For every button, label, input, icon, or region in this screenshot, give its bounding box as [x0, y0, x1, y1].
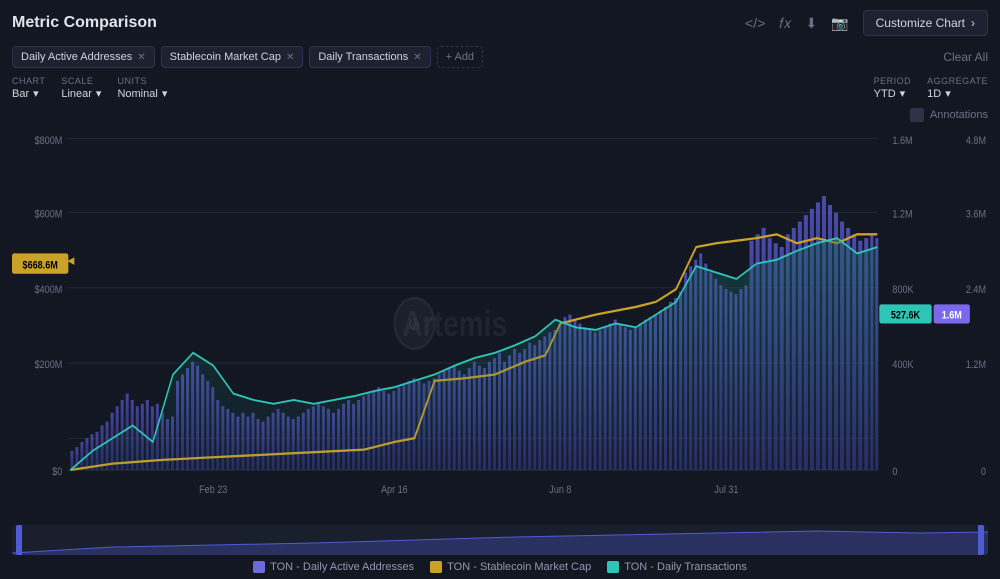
chart-svg: $800M $600M $400M $200M $0 1.6M 1.2M 800…	[12, 126, 988, 521]
svg-text:⊕: ⊕	[409, 314, 421, 334]
svg-text:Jun 8: Jun 8	[549, 484, 571, 496]
legend-item-addresses: TON - Daily Active Addresses	[253, 561, 414, 573]
download-icon[interactable]: ⬇	[805, 15, 817, 32]
camera-icon[interactable]: 📷	[831, 15, 848, 32]
tags-container: Daily Active Addresses ✕ Stablecoin Mark…	[12, 46, 483, 68]
legend-dot-transactions	[607, 561, 619, 573]
svg-text:3.6M: 3.6M	[966, 209, 986, 221]
svg-text:400K: 400K	[892, 359, 913, 371]
chevron-down-icon: ▾	[900, 87, 906, 100]
remove-stablecoin-button[interactable]: ✕	[286, 52, 294, 63]
units-select[interactable]: Nominal ▾	[117, 87, 167, 100]
formula-icon[interactable]: 𝑓𝑥	[779, 15, 791, 32]
add-metric-button[interactable]: + Add	[437, 46, 483, 68]
svg-text:1.6M: 1.6M	[942, 310, 962, 322]
remove-daily-active-button[interactable]: ✕	[137, 52, 145, 63]
legend-item-transactions: TON - Daily Transactions	[607, 561, 747, 573]
svg-text:$668.6M: $668.6M	[23, 260, 58, 272]
svg-text:1.2M: 1.2M	[892, 209, 912, 221]
mini-chart[interactable]	[12, 525, 988, 555]
clear-all-button[interactable]: Clear All	[943, 50, 988, 64]
aggregate-control: AGGREGATE 1D ▾	[927, 76, 988, 100]
scale-control: SCALE Linear ▾	[61, 76, 101, 100]
svg-text:$800M: $800M	[35, 135, 63, 147]
remove-transactions-button[interactable]: ✕	[413, 52, 421, 63]
header-icons: </> 𝑓𝑥 ⬇ 📷 Customize Chart ›	[745, 10, 988, 36]
units-label: UNITS	[117, 76, 167, 86]
svg-text:2.4M: 2.4M	[966, 284, 986, 296]
svg-text:0: 0	[892, 466, 897, 478]
tag-transactions[interactable]: Daily Transactions ✕	[309, 46, 430, 68]
controls-right: PERIOD YTD ▾ AGGREGATE 1D ▾	[874, 76, 988, 100]
svg-text:$600M: $600M	[35, 209, 63, 221]
svg-text:527.6K: 527.6K	[891, 310, 921, 322]
controls-row: CHART Bar ▾ SCALE Linear ▾ UNITS Nominal…	[12, 76, 988, 100]
units-control: UNITS Nominal ▾	[117, 76, 167, 100]
aggregate-select[interactable]: 1D ▾	[927, 87, 988, 100]
tag-stablecoin[interactable]: Stablecoin Market Cap ✕	[161, 46, 304, 68]
chevron-right-icon: ›	[971, 16, 975, 30]
scale-select[interactable]: Linear ▾	[61, 87, 101, 100]
tags-row: Daily Active Addresses ✕ Stablecoin Mark…	[12, 46, 988, 68]
mini-chart-handle-left[interactable]	[16, 525, 22, 555]
chart-area: $800M $600M $400M $200M $0 1.6M 1.2M 800…	[12, 126, 988, 521]
svg-text:$0: $0	[52, 466, 62, 478]
period-label: PERIOD	[874, 76, 912, 86]
page-title: Metric Comparison	[12, 14, 157, 32]
controls-left: CHART Bar ▾ SCALE Linear ▾ UNITS Nominal…	[12, 76, 167, 100]
legend-row: TON - Daily Active Addresses TON - Stabl…	[12, 561, 988, 573]
svg-text:$200M: $200M	[35, 359, 63, 371]
period-select[interactable]: YTD ▾	[874, 87, 912, 100]
svg-text:Apr 16: Apr 16	[381, 484, 408, 496]
svg-text:1.2M: 1.2M	[966, 359, 986, 371]
header: Metric Comparison </> 𝑓𝑥 ⬇ 📷 Customize C…	[12, 10, 988, 36]
aggregate-label: AGGREGATE	[927, 76, 988, 86]
svg-text:1.6M: 1.6M	[892, 135, 912, 147]
chart-label: CHART	[12, 76, 45, 86]
chart-type-control: CHART Bar ▾	[12, 76, 45, 100]
annotations-label: Annotations	[930, 109, 988, 121]
legend-dot-stablecoin	[430, 561, 442, 573]
period-control: PERIOD YTD ▾	[874, 76, 912, 100]
annotations-checkbox[interactable]	[910, 108, 924, 122]
svg-text:800K: 800K	[892, 284, 913, 296]
chevron-down-icon: ▾	[96, 87, 102, 100]
svg-text:Feb 23: Feb 23	[199, 484, 227, 496]
scale-label: SCALE	[61, 76, 101, 86]
code-icon[interactable]: </>	[745, 15, 765, 31]
annotations-row: Annotations	[12, 108, 988, 122]
mini-chart-handle-right[interactable]	[978, 525, 984, 555]
chevron-down-icon: ▾	[33, 87, 39, 100]
chevron-down-icon: ▾	[945, 87, 951, 100]
legend-dot-addresses	[253, 561, 265, 573]
svg-text:4.8M: 4.8M	[966, 135, 986, 147]
svg-text:$400M: $400M	[35, 284, 63, 296]
svg-text:0: 0	[981, 466, 986, 478]
legend-item-stablecoin: TON - Stablecoin Market Cap	[430, 561, 591, 573]
chart-type-select[interactable]: Bar ▾	[12, 87, 45, 100]
svg-text:Jul 31: Jul 31	[714, 484, 738, 496]
tag-daily-active[interactable]: Daily Active Addresses ✕	[12, 46, 155, 68]
customize-chart-button[interactable]: Customize Chart ›	[863, 10, 988, 36]
chevron-down-icon: ▾	[162, 87, 168, 100]
